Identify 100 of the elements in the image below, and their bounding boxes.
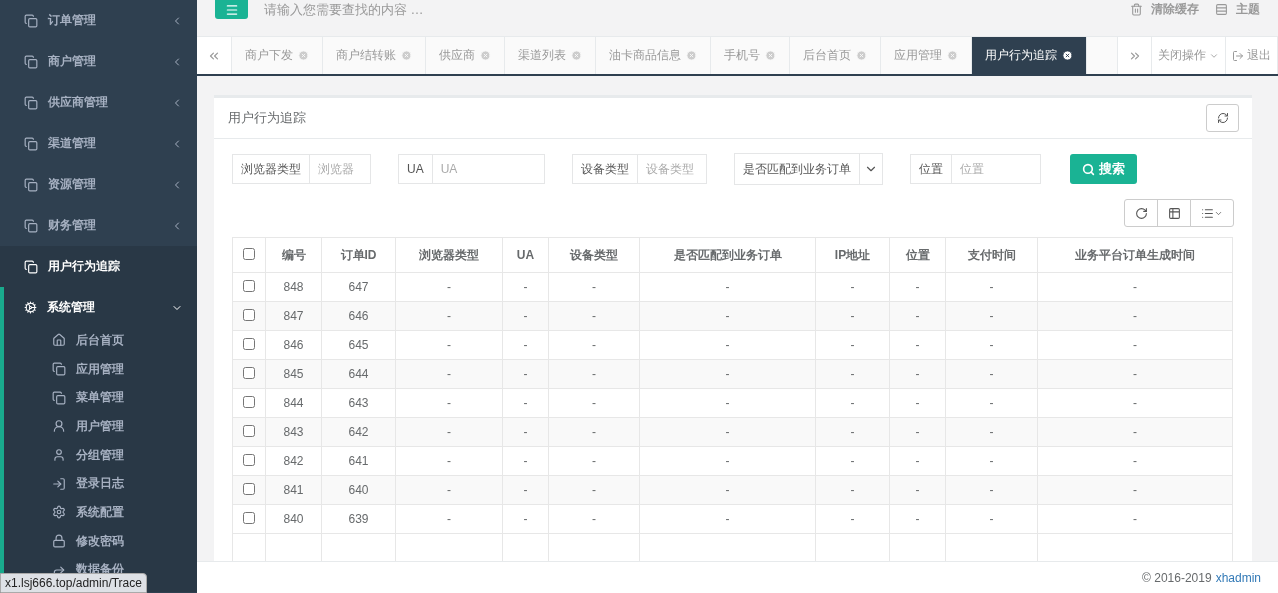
sidebar-item[interactable]: 渠道管理 xyxy=(0,123,197,164)
table-cell: - xyxy=(395,417,503,447)
select-all-checkbox[interactable] xyxy=(243,247,255,260)
table-cell: - xyxy=(945,446,1038,476)
page-tab[interactable]: 油卡商品信息 xyxy=(596,37,711,74)
table-cell: 644 xyxy=(321,359,396,389)
table-cell: - xyxy=(548,330,640,360)
sidebar-subitem[interactable]: 系统配置 xyxy=(4,498,197,527)
search-button[interactable]: 搜索 xyxy=(1069,154,1137,184)
row-checkbox[interactable] xyxy=(243,424,255,437)
table-cell: - xyxy=(548,446,640,476)
table-cell: - xyxy=(502,388,549,418)
footer-link[interactable]: xhadmin xyxy=(1215,570,1261,585)
close-icon[interactable] xyxy=(1062,50,1073,61)
filter-input[interactable]: UA xyxy=(432,154,545,184)
row-checkbox[interactable] xyxy=(243,279,255,292)
sidebar-item[interactable]: 订单管理 xyxy=(0,0,197,41)
table-cell: - xyxy=(889,475,946,505)
table-cell: 840 xyxy=(265,504,322,534)
filter-input[interactable]: 浏览器 xyxy=(310,154,371,184)
close-operations-dropdown[interactable]: 关闭操作 xyxy=(1152,37,1226,74)
row-checkbox[interactable] xyxy=(243,453,255,466)
page-tab[interactable]: 用户行为追踪 xyxy=(972,37,1087,74)
table-cell: 647 xyxy=(321,272,396,302)
login-icon xyxy=(52,476,66,491)
table-cell: - xyxy=(1037,417,1233,447)
table-cell: - xyxy=(1037,388,1233,418)
row-checkbox[interactable] xyxy=(243,366,255,379)
table-cell: - xyxy=(502,446,549,476)
sidebar-item[interactable]: 资源管理 xyxy=(0,164,197,205)
table-cell: - xyxy=(1037,272,1233,302)
table-icon xyxy=(1167,206,1181,220)
table-cell: - xyxy=(502,417,549,447)
search-field[interactable]: 请输入您需要查找的内容 … xyxy=(264,0,664,18)
sidebar-subitem[interactable]: 修改密码 xyxy=(4,526,197,556)
page-tab[interactable]: 供应商 xyxy=(426,37,505,74)
page-tab[interactable]: 商户下发 xyxy=(232,37,323,74)
sidebar-item[interactable]: 供应商管理 xyxy=(0,82,197,123)
sidebar-item[interactable]: 用户行为追踪 xyxy=(0,246,197,287)
filter-input[interactable]: 设备类型 xyxy=(637,154,707,184)
sidebar-subitem[interactable]: 用户管理 xyxy=(4,412,197,441)
filter-input[interactable]: 位置 xyxy=(951,154,1041,184)
sidebar-subitem[interactable]: 菜单管理 xyxy=(4,383,197,413)
row-checkbox[interactable] xyxy=(243,511,255,524)
table-cell: 843 xyxy=(265,417,322,447)
sidebar-item[interactable]: 系统管理 xyxy=(0,287,197,328)
table-header-cell: UA xyxy=(502,237,549,273)
filter-select[interactable]: 是否匹配到业务订单 xyxy=(733,153,883,185)
table-cell: - xyxy=(945,301,1038,331)
row-checkbox[interactable] xyxy=(243,308,255,321)
table-cell: - xyxy=(945,417,1038,447)
table-cell: - xyxy=(395,475,503,505)
home-icon xyxy=(52,333,66,348)
sidebar-subitem[interactable]: 分组管理 xyxy=(4,440,197,470)
sidebar-item[interactable]: 商户管理 xyxy=(0,41,197,82)
logout-button[interactable]: 退出 xyxy=(1226,37,1278,74)
table-cell: 643 xyxy=(321,388,396,418)
copy-icon xyxy=(24,177,38,192)
copy-icon xyxy=(24,54,38,69)
table-cell: - xyxy=(945,475,1038,505)
theme-link[interactable]: 主题 xyxy=(1215,0,1260,18)
table-header-cell: 位置 xyxy=(889,237,946,273)
page-tab[interactable]: 手机号 xyxy=(711,37,790,74)
table-cell: - xyxy=(639,504,816,534)
row-checkbox[interactable] xyxy=(243,395,255,408)
copy-icon xyxy=(24,136,38,151)
table-cell: - xyxy=(889,330,946,360)
table-cell: - xyxy=(639,388,816,418)
sidebar-item[interactable]: 财务管理 xyxy=(0,205,197,246)
sidebar-subitem[interactable]: 应用管理 xyxy=(4,354,197,384)
columns-dropdown[interactable] xyxy=(1190,199,1234,227)
table-cell: - xyxy=(548,417,640,447)
table-cell: - xyxy=(945,388,1038,418)
sidebar-subitem[interactable]: 登录日志 xyxy=(4,469,197,499)
clear-cache-link[interactable]: 清除缓存 xyxy=(1130,0,1199,18)
row-checkbox[interactable] xyxy=(243,482,255,495)
table-cell: 848 xyxy=(265,272,322,302)
table-cell: - xyxy=(502,504,549,534)
table-cell: - xyxy=(395,330,503,360)
table-cell: - xyxy=(395,504,503,534)
export-button[interactable] xyxy=(1157,199,1191,227)
page-tab[interactable]: 后台首页 xyxy=(790,37,881,74)
table-cell: - xyxy=(639,359,816,389)
refresh-button[interactable] xyxy=(1124,199,1158,227)
table-header-cell: IP地址 xyxy=(815,237,890,273)
table-cell: - xyxy=(639,272,816,302)
table-header-cell: 编号 xyxy=(265,237,322,273)
table-cell: 640 xyxy=(321,475,396,505)
table-cell: - xyxy=(889,417,946,447)
table-header-cell: 浏览器类型 xyxy=(395,237,503,273)
refresh-button[interactable] xyxy=(1206,104,1239,132)
table-cell: 842 xyxy=(265,446,322,476)
table-cell: - xyxy=(1037,330,1233,360)
sidebar-subitem[interactable]: 后台首页 xyxy=(4,326,197,355)
table-cell: - xyxy=(1037,359,1233,389)
row-checkbox[interactable] xyxy=(243,337,255,350)
page-tab[interactable]: 渠道列表 xyxy=(505,37,596,74)
table-cell: - xyxy=(639,417,816,447)
list-icon xyxy=(1201,206,1214,220)
page-tab[interactable]: 商户结转账 xyxy=(323,37,426,74)
